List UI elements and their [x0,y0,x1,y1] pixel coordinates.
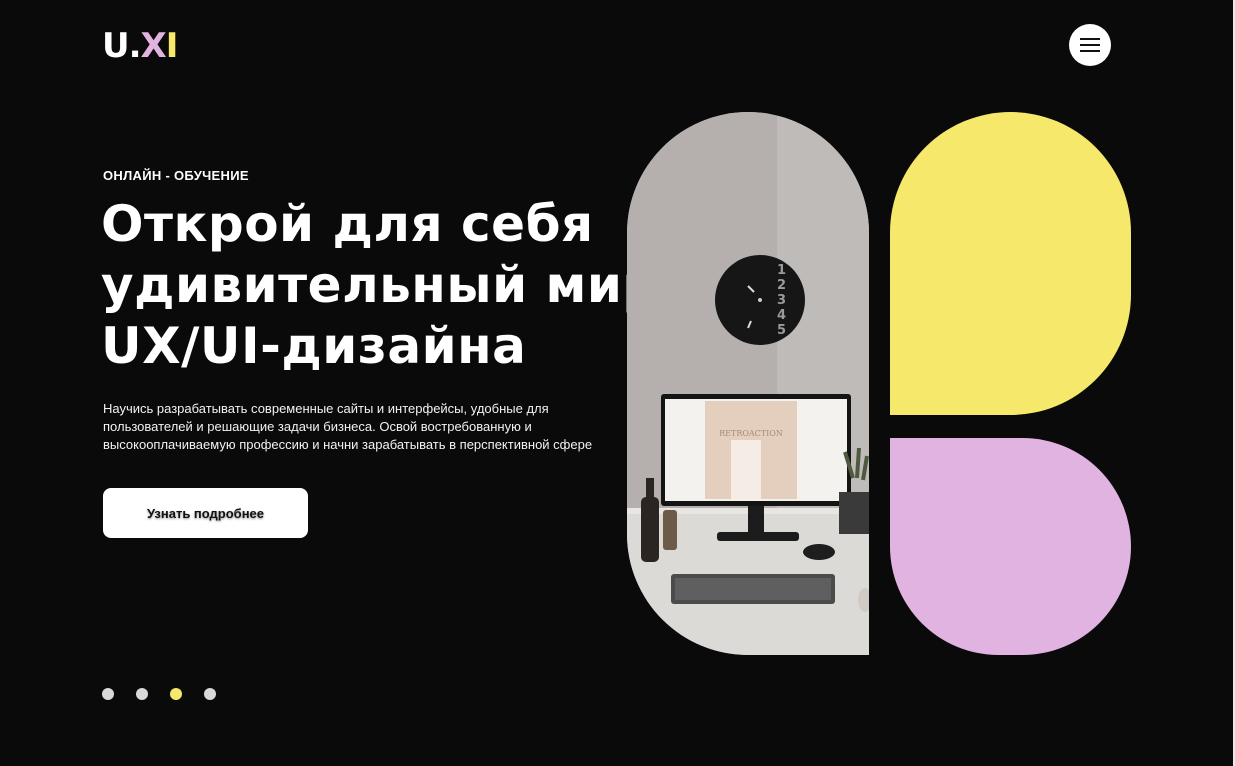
logo[interactable]: U.XI [102,26,179,66]
slider-dot[interactable] [204,688,216,700]
clock-number: 1 [777,263,786,278]
hero-title: Открой для себя удивительный мир UX/UI-д… [101,194,659,377]
hero-description-line: пользователей и решающие задачи бизнеса.… [103,419,532,434]
menu-button[interactable] [1069,24,1111,66]
logo-part-i: I [165,26,179,66]
logo-part-x: X [140,26,167,66]
hero-photo: 1 2 3 4 5 RETROACTION [627,112,869,655]
workspace-illustration: 1 2 3 4 5 RETROACTION [627,112,869,655]
clock-number: 5 [777,323,786,338]
slider-dot[interactable] [102,688,114,700]
decorative-yellow-shape [890,112,1131,415]
hero-title-line: UX/UI-дизайна [101,317,527,375]
hero-title-line: Открой для себя [101,195,594,253]
logo-part-u: U. [102,26,142,66]
slider-dot-active[interactable] [170,688,182,700]
clock-number: 4 [777,308,786,323]
hero-description-line: высокооплачиваемую профессию и начни зар… [103,437,593,452]
hero-description: Научись разрабатывать современные сайты … [103,400,613,454]
clock-number: 3 [777,293,786,308]
hero-description-line: Научись разрабатывать современные сайты … [103,401,549,416]
hero-eyebrow: ОНЛАЙН - ОБУЧЕНИЕ [103,168,249,183]
bottle [641,497,659,562]
decorative-pink-shape [890,438,1131,655]
monitor-screen-text: RETROACTION [719,429,783,438]
learn-more-button[interactable]: Узнать подробнее [103,488,308,538]
slider-dot[interactable] [136,688,148,700]
hero-title-line: удивительный мир [101,256,659,314]
clock-number: 2 [777,278,786,293]
